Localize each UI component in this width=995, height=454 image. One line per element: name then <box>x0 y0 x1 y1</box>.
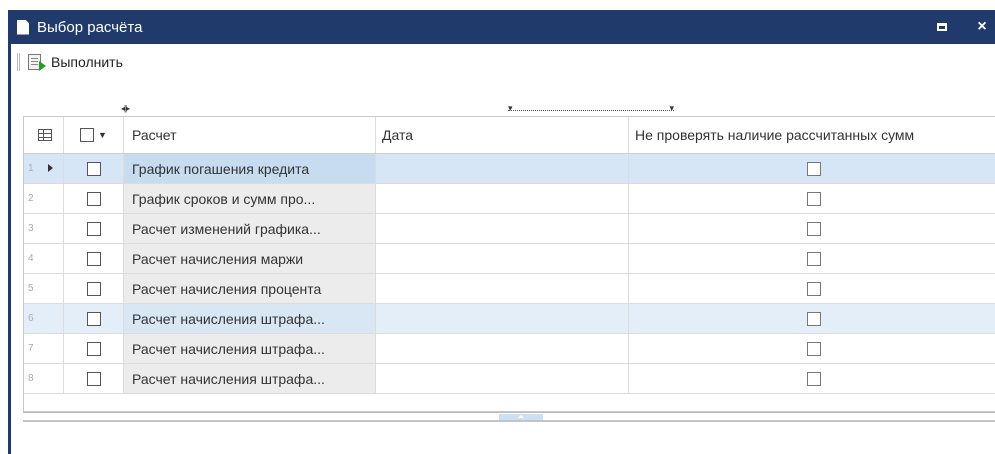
column-range-hint[interactable] <box>508 103 674 114</box>
date-cell[interactable] <box>376 364 629 393</box>
row-number: 3 <box>24 214 64 243</box>
row-select-cell[interactable] <box>64 304 124 333</box>
row-checkbox[interactable] <box>86 371 101 386</box>
calculation-grid: ▼ Расчет Дата Не проверять наличие рассч… <box>23 116 995 412</box>
row-checkbox[interactable] <box>86 251 101 266</box>
row-select-cell[interactable] <box>64 154 124 183</box>
row-checkbox[interactable] <box>86 281 101 296</box>
grid-header-row: ▼ Расчет Дата Не проверять наличие рассч… <box>24 117 995 154</box>
horizontal-scrollbar[interactable] <box>23 412 995 422</box>
row-checkbox[interactable] <box>86 191 101 206</box>
window-title: Выбор расчёта <box>37 18 143 36</box>
no-check-cell[interactable] <box>629 244 995 273</box>
calculation-name[interactable]: График погашения кредита <box>124 154 376 183</box>
column-chooser[interactable] <box>24 117 64 153</box>
date-cell[interactable] <box>376 274 629 303</box>
no-check-cell[interactable] <box>629 274 995 303</box>
date-cell[interactable] <box>376 184 629 213</box>
row-number: 5 <box>24 274 64 303</box>
no-check-checkbox[interactable] <box>806 191 821 206</box>
table-icon <box>38 129 52 141</box>
close-button[interactable]: × <box>973 18 991 36</box>
dialog-window: Выбор расчёта × Выполнить ◂||▸ ▼ Расчет … <box>8 10 995 454</box>
row-checkbox[interactable] <box>86 221 101 236</box>
no-check-cell[interactable] <box>629 304 995 333</box>
no-check-checkbox[interactable] <box>806 311 821 326</box>
no-check-checkbox[interactable] <box>806 371 821 386</box>
maximize-icon <box>937 23 947 31</box>
row-number: 7 <box>24 334 64 363</box>
table-row[interactable]: 1 График погашения кредита <box>24 154 995 184</box>
row-select-cell[interactable] <box>64 334 124 363</box>
table-row[interactable]: 3 Расчет изменений графика... <box>24 214 995 244</box>
date-cell[interactable] <box>376 214 629 243</box>
date-cell[interactable] <box>376 334 629 363</box>
no-check-cell[interactable] <box>629 364 995 393</box>
column-header-name[interactable]: Расчет <box>124 117 376 153</box>
table-row[interactable]: 4 Расчет начисления маржи <box>24 244 995 274</box>
select-all-checkbox[interactable] <box>80 128 95 142</box>
run-document-icon <box>28 54 46 71</box>
table-row[interactable]: 2 График сроков и сумм про... <box>24 184 995 214</box>
select-all-header[interactable]: ▼ <box>64 117 124 153</box>
date-cell[interactable] <box>376 154 629 183</box>
calculation-name[interactable]: Расчет начисления маржи <box>124 244 376 273</box>
no-check-checkbox[interactable] <box>806 281 821 296</box>
scrollbar-thumb[interactable] <box>499 414 543 420</box>
calculation-name[interactable]: Расчет начисления штрафа... <box>124 364 376 393</box>
row-select-cell[interactable] <box>64 214 124 243</box>
row-number: 8 <box>24 364 64 393</box>
chevron-down-icon[interactable]: ▼ <box>98 130 107 140</box>
calculation-name[interactable]: Расчет начисления штрафа... <box>124 304 376 333</box>
column-drag-hint-icon[interactable]: ◂||▸ <box>121 104 130 113</box>
row-number: 1 <box>24 154 64 183</box>
no-check-checkbox[interactable] <box>806 341 821 356</box>
maximize-button[interactable] <box>933 18 951 36</box>
row-number: 6 <box>24 304 64 333</box>
no-check-cell[interactable] <box>629 154 995 183</box>
table-row[interactable]: 6 Расчет начисления штрафа... <box>24 304 995 334</box>
column-resize-hints: ◂||▸ <box>11 103 995 114</box>
title-bar[interactable]: Выбор расчёта × <box>11 10 995 44</box>
row-select-cell[interactable] <box>64 184 124 213</box>
no-check-checkbox[interactable] <box>806 251 821 266</box>
column-header-no-check[interactable]: Не проверять наличие рассчитанных сумм <box>629 117 995 153</box>
calculation-name[interactable]: Расчет изменений графика... <box>124 214 376 243</box>
no-check-checkbox[interactable] <box>806 221 821 236</box>
document-icon <box>17 19 29 35</box>
calculation-name[interactable]: Расчет начисления процента <box>124 274 376 303</box>
toolbar: Выполнить <box>11 48 123 76</box>
no-check-cell[interactable] <box>629 214 995 243</box>
no-check-cell[interactable] <box>629 184 995 213</box>
date-cell[interactable] <box>376 304 629 333</box>
run-button-label: Выполнить <box>51 54 123 70</box>
calculation-name[interactable]: Расчет начисления штрафа... <box>124 334 376 363</box>
table-row[interactable]: 8 Расчет начисления штрафа... <box>24 364 995 394</box>
table-row[interactable]: 7 Расчет начисления штрафа... <box>24 334 995 364</box>
calculation-name[interactable]: График сроков и сумм про... <box>124 184 376 213</box>
row-number: 4 <box>24 244 64 273</box>
toolbar-grip[interactable] <box>17 53 20 71</box>
column-header-date[interactable]: Дата <box>376 117 629 153</box>
row-select-cell[interactable] <box>64 364 124 393</box>
no-check-cell[interactable] <box>629 334 995 363</box>
run-button[interactable]: Выполнить <box>28 54 123 71</box>
row-checkbox[interactable] <box>86 311 101 326</box>
date-cell[interactable] <box>376 244 629 273</box>
row-checkbox[interactable] <box>86 161 101 176</box>
row-checkbox[interactable] <box>86 341 101 356</box>
no-check-checkbox[interactable] <box>806 161 821 176</box>
row-select-cell[interactable] <box>64 244 124 273</box>
table-row[interactable]: 5 Расчет начисления процента <box>24 274 995 304</box>
current-row-marker-icon <box>48 164 53 172</box>
row-number: 2 <box>24 184 64 213</box>
row-select-cell[interactable] <box>64 274 124 303</box>
